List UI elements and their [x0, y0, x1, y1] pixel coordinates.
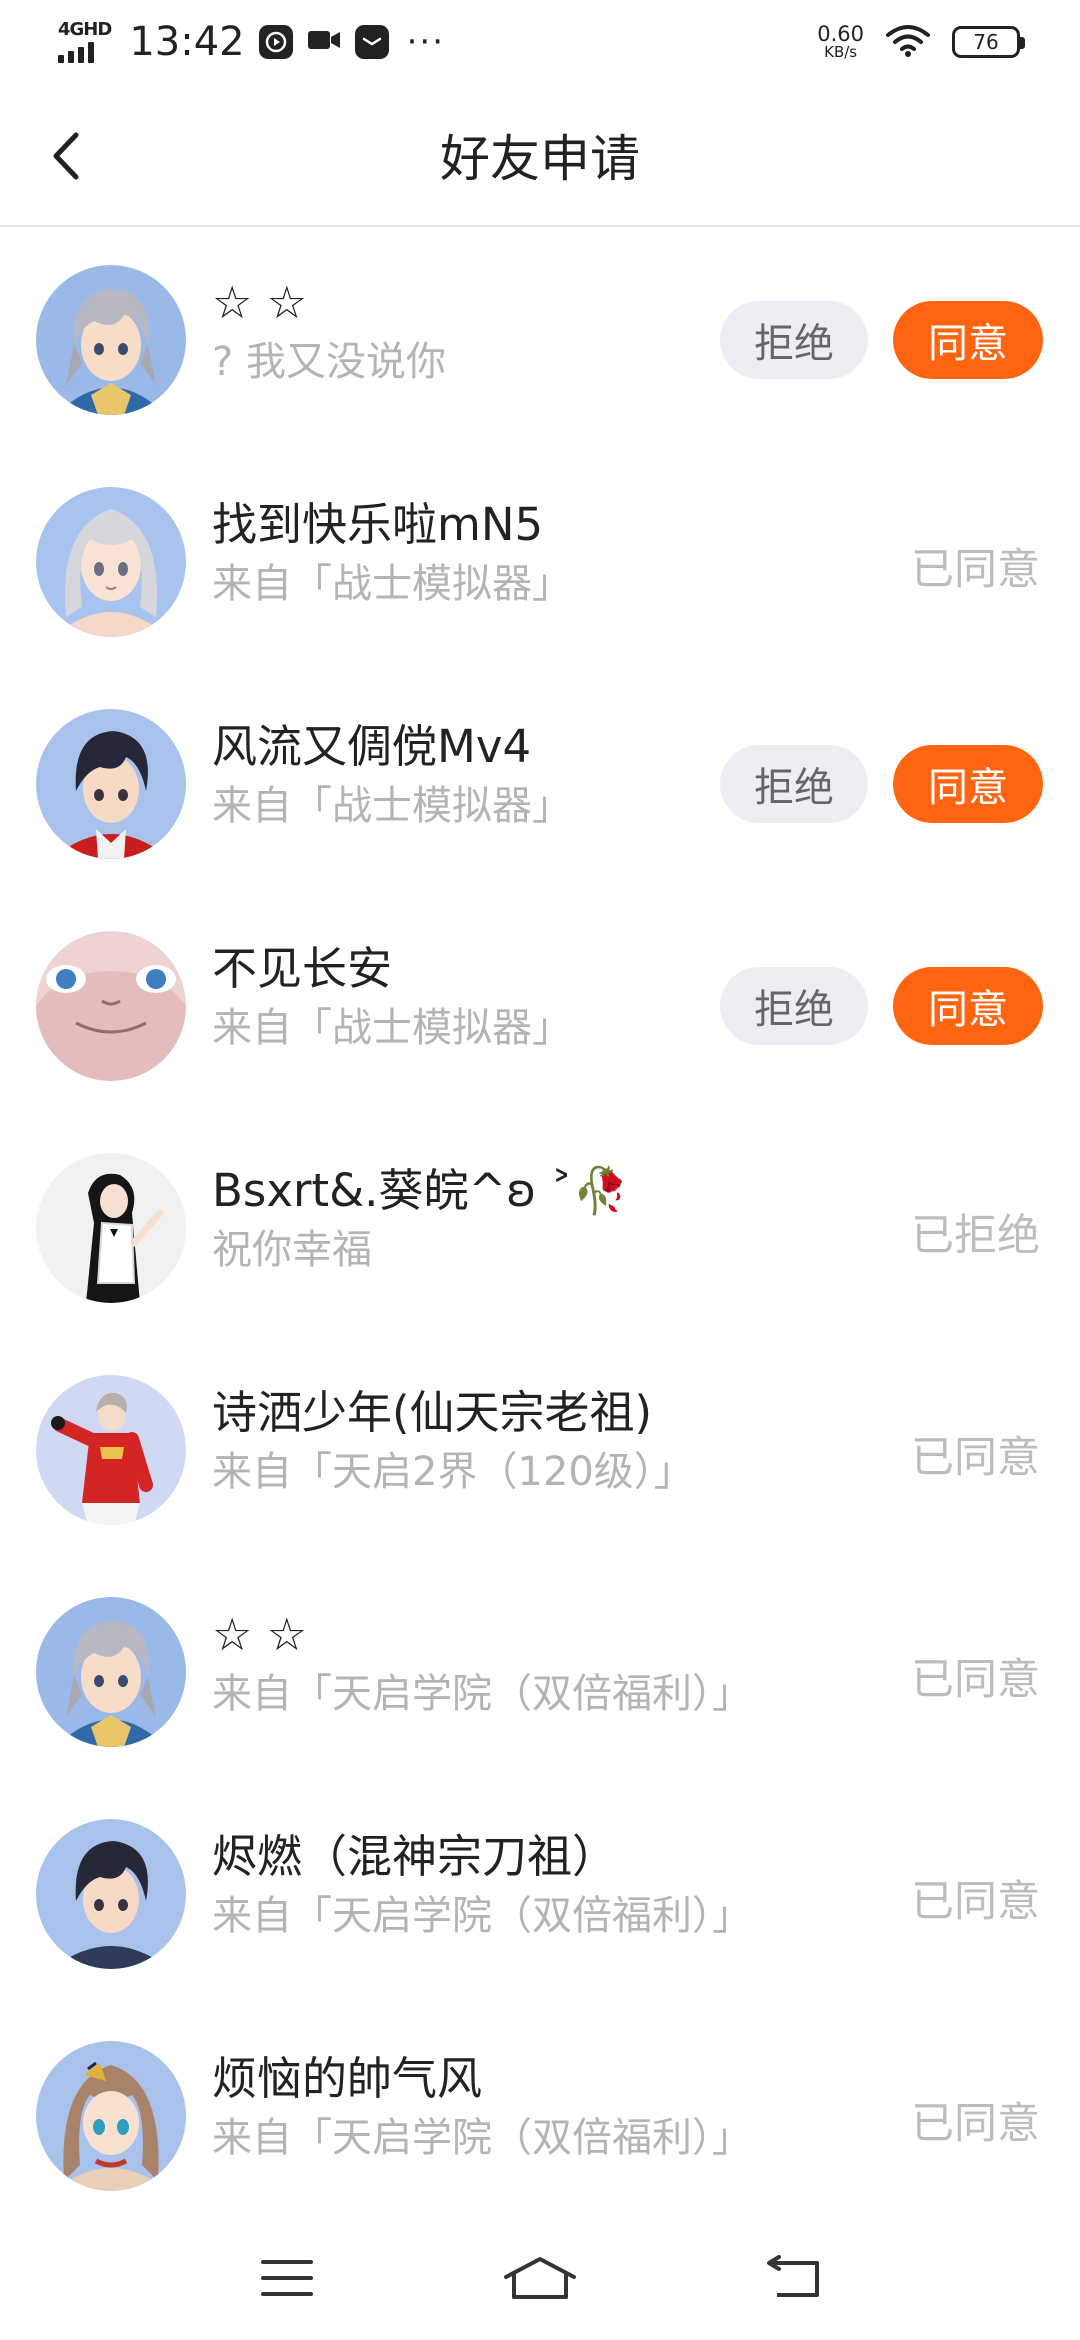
request-info: 诗洒少年(仙天宗老祖) 来自「天启2界（120级）」: [212, 1383, 712, 1499]
requester-name: ☆ ☆: [212, 276, 307, 329]
friend-request-row[interactable]: 找到快乐啦mN5 来自「战士模拟器」 已同意: [0, 451, 1080, 673]
accept-button[interactable]: 同意: [893, 745, 1043, 823]
request-source: 来自「天启2界（120级）」: [212, 1449, 694, 1495]
request-source: 来自「天启学院（双倍福利）」: [212, 2115, 752, 2161]
dark-haired-boy-avatar: [36, 1819, 186, 1969]
network-type: 4GHD: [58, 19, 112, 40]
battery-level: 76: [973, 30, 999, 54]
request-info: 烦恼的帥气风 来自「天启学院（双倍福利）」: [212, 2049, 752, 2165]
chevron-left-icon: [53, 132, 79, 180]
request-info: ☆ ☆ 来自「天启学院（双倍福利）」: [212, 1605, 752, 1721]
request-info: 风流又倜傥Mv4 来自「战士模拟器」: [212, 717, 712, 833]
menu-button[interactable]: [232, 2238, 342, 2318]
pink-cat-avatar: [36, 931, 186, 1081]
request-info: 不见长安 来自「战士模拟器」: [212, 939, 712, 1055]
requester-name: 风流又倜傥Mv4: [212, 720, 532, 773]
friend-request-row[interactable]: ☆ ☆ 来自「天启学院（双倍福利）」 已同意: [0, 1561, 1080, 1783]
reject-button[interactable]: 拒绝: [720, 745, 868, 823]
silver-haired-boy-avatar: [36, 1597, 186, 1747]
video-icon: [307, 27, 341, 57]
signal-icon: [58, 41, 94, 63]
request-status: 已同意: [911, 545, 1040, 595]
accept-button[interactable]: 同意: [893, 301, 1043, 379]
network-speed: 0.60 KB/s: [817, 23, 864, 61]
page-title: 好友申请: [440, 129, 640, 188]
friend-requests-screen: 4GHD 13:42 ··· 0.60 KB/s 76 好友申请 ☆ ☆ ? 我…: [0, 0, 1080, 2340]
dark-haired-boy-red-avatar: [36, 709, 186, 859]
back-button[interactable]: [46, 124, 106, 188]
avatar[interactable]: [36, 1597, 186, 1747]
speed-unit: KB/s: [824, 43, 858, 62]
battery-icon: 76: [952, 26, 1025, 58]
status-bar: 4GHD 13:42 ··· 0.60 KB/s 76: [0, 0, 1080, 84]
requester-name: Bsxrt&.葵皖^ʚ ˃🥀: [212, 1164, 629, 1217]
friend-request-row[interactable]: 烬燃（混神宗刀祖） 来自「天启学院（双倍福利）」 已同意: [0, 1783, 1080, 2005]
friend-request-list[interactable]: ☆ ☆ ? 我又没说你 拒绝 同意 找到快乐啦mN5 来自「战士模拟器」 已同意…: [0, 229, 1080, 2227]
black-haired-girl-avatar: [36, 1153, 186, 1303]
header: 好友申请: [0, 84, 1080, 227]
friend-request-row[interactable]: 烦恼的帥气风 来自「天启学院（双倍福利）」 已同意: [0, 2005, 1080, 2227]
friend-request-row[interactable]: Bsxrt&.葵皖^ʚ ˃🥀 祝你幸福 已拒绝: [0, 1117, 1080, 1339]
request-status: 已同意: [911, 1655, 1040, 1705]
friend-request-row[interactable]: ☆ ☆ ? 我又没说你 拒绝 同意: [0, 229, 1080, 451]
status-left: 4GHD 13:42 ···: [58, 19, 445, 65]
requester-name: 诗洒少年(仙天宗老祖): [212, 1386, 653, 1439]
avatar[interactable]: [36, 1153, 186, 1303]
clock: 13:42: [129, 19, 245, 65]
home-button[interactable]: [485, 2238, 595, 2318]
request-status: 已同意: [911, 2099, 1040, 2149]
request-source: 来自「战士模拟器」: [212, 1005, 572, 1051]
request-info: 烬燃（混神宗刀祖） 来自「天启学院（双倍福利）」: [212, 1827, 752, 1943]
home-icon: [503, 2256, 576, 2299]
request-info: 找到快乐啦mN5 来自「战士模拟器」: [212, 495, 712, 611]
request-status: 已同意: [911, 1433, 1040, 1483]
request-info: ☆ ☆ ? 我又没说你: [212, 273, 712, 389]
requester-name: 烦恼的帥气风: [212, 2052, 483, 2105]
speed-value: 0.60: [817, 22, 864, 47]
menu-icon: [260, 2259, 313, 2296]
reject-button[interactable]: 拒绝: [720, 301, 868, 379]
avatar[interactable]: [36, 709, 186, 859]
request-message: 祝你幸福: [212, 1227, 372, 1273]
friend-request-row[interactable]: 诗洒少年(仙天宗老祖) 来自「天启2界（120级）」 已同意: [0, 1339, 1080, 1561]
brown-haired-girl-avatar: [36, 2041, 186, 2191]
wifi-icon: [886, 23, 930, 61]
back-icon: [767, 2254, 820, 2297]
red-uniform-character-avatar: [36, 1375, 186, 1525]
friend-request-row[interactable]: 风流又倜傥Mv4 来自「战士模拟器」 拒绝 同意: [0, 673, 1080, 895]
requester-name: ☆ ☆: [212, 1608, 307, 1661]
avatar[interactable]: [36, 931, 186, 1081]
request-source: 来自「战士模拟器」: [212, 561, 572, 607]
requester-name: 找到快乐啦mN5: [212, 498, 544, 551]
avatar[interactable]: [36, 2041, 186, 2191]
status-right: 0.60 KB/s 76: [817, 23, 1025, 61]
back-nav-button[interactable]: [738, 2238, 848, 2318]
request-source: 来自「天启学院（双倍福利）」: [212, 1671, 752, 1717]
silver-haired-boy-avatar: [36, 265, 186, 415]
request-source: 来自「战士模拟器」: [212, 783, 572, 829]
avatar[interactable]: [36, 487, 186, 637]
request-info: Bsxrt&.葵皖^ʚ ˃🥀 祝你幸福: [212, 1161, 712, 1277]
reject-button[interactable]: 拒绝: [720, 967, 868, 1045]
accept-button[interactable]: 同意: [893, 967, 1043, 1045]
request-message: ? 我又没说你: [212, 339, 446, 385]
network-indicator: 4GHD: [58, 19, 112, 63]
requester-name: 烬燃（混神宗刀祖）: [212, 1830, 618, 1883]
friend-request-row[interactable]: 不见长安 来自「战士模拟器」 拒绝 同意: [0, 895, 1080, 1117]
system-nav-bar: [0, 2215, 1080, 2340]
requester-name: 不见长安: [212, 942, 393, 995]
play-icon: [258, 25, 293, 59]
request-status: 已拒绝: [911, 1211, 1040, 1261]
avatar[interactable]: [36, 265, 186, 415]
avatar[interactable]: [36, 1375, 186, 1525]
message-icon: [354, 25, 389, 59]
request-source: 来自「天启学院（双倍福利）」: [212, 1893, 752, 1939]
request-status: 已同意: [911, 1877, 1040, 1927]
avatar[interactable]: [36, 1819, 186, 1969]
silver-haired-girl-avatar: [36, 487, 186, 637]
more-dots-icon: ···: [406, 22, 446, 62]
